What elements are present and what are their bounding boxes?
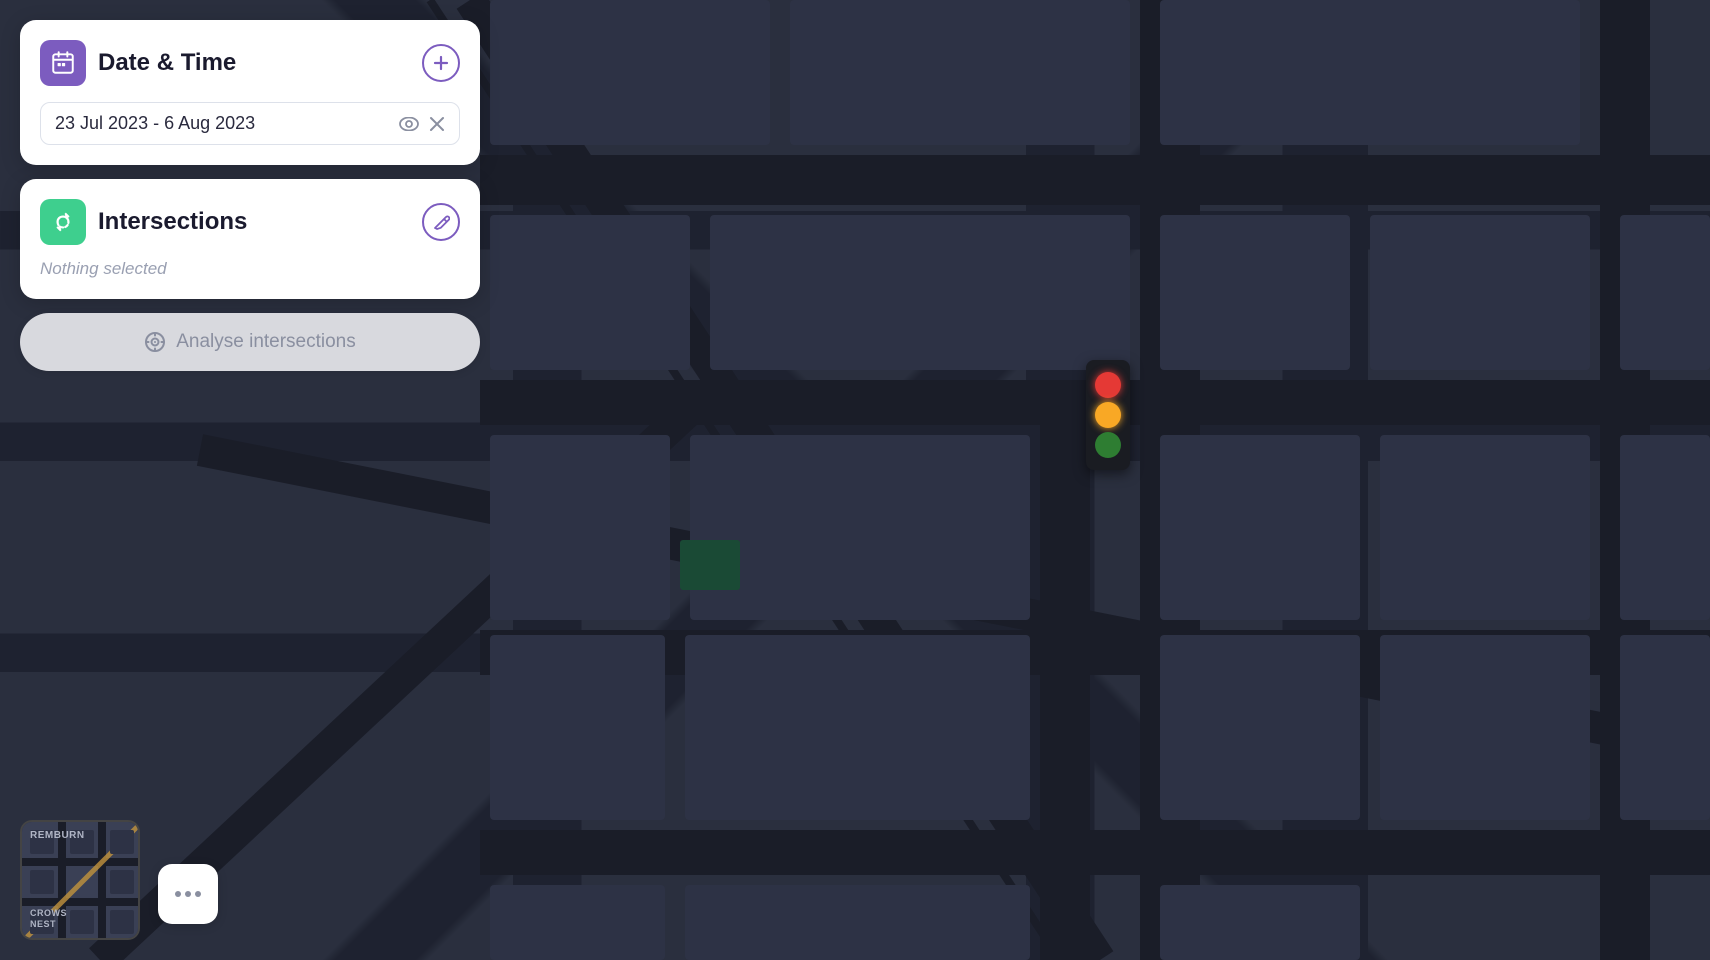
sidebar-panel: Date & Time 23 Jul 2023 - 6 Aug 2023	[20, 20, 480, 371]
thumbnail-label-crows-nest: CROWSNEST	[30, 908, 67, 930]
intersections-card: Intersections Nothing selected	[20, 179, 480, 299]
traffic-light-green	[1095, 432, 1121, 458]
nothing-selected-text: Nothing selected	[40, 259, 460, 279]
intersections-card-header: Intersections	[40, 199, 460, 245]
map-thumbnail-image: REMBURN CROWSNEST	[22, 822, 138, 938]
analyse-intersections-button[interactable]: Analyse intersections	[20, 313, 480, 371]
date-range-visibility-button[interactable]	[399, 117, 419, 131]
date-time-icon	[40, 40, 86, 86]
thumbnail-label-remburn: REMBURN	[30, 830, 85, 841]
intersections-title: Intersections	[98, 208, 410, 236]
date-range-remove-button[interactable]	[429, 116, 445, 132]
analyse-button-label: Analyse intersections	[176, 331, 356, 353]
traffic-light-yellow	[1095, 402, 1121, 428]
dot-2	[185, 891, 191, 897]
date-time-card: Date & Time 23 Jul 2023 - 6 Aug 2023	[20, 20, 480, 165]
more-options-button[interactable]	[158, 864, 218, 924]
date-range-row[interactable]: 23 Jul 2023 - 6 Aug 2023	[40, 102, 460, 145]
date-time-add-button[interactable]	[422, 44, 460, 82]
dot-3	[195, 891, 201, 897]
map-thumbnail[interactable]: REMBURN CROWSNEST	[20, 820, 140, 940]
date-time-card-header: Date & Time	[40, 40, 460, 86]
intersections-edit-button[interactable]	[422, 203, 460, 241]
date-time-title: Date & Time	[98, 49, 410, 77]
intersections-icon	[40, 199, 86, 245]
traffic-light-red	[1095, 372, 1121, 398]
date-range-actions	[399, 116, 445, 132]
date-range-text: 23 Jul 2023 - 6 Aug 2023	[55, 113, 391, 134]
dot-1	[175, 891, 181, 897]
traffic-light	[1086, 360, 1130, 470]
